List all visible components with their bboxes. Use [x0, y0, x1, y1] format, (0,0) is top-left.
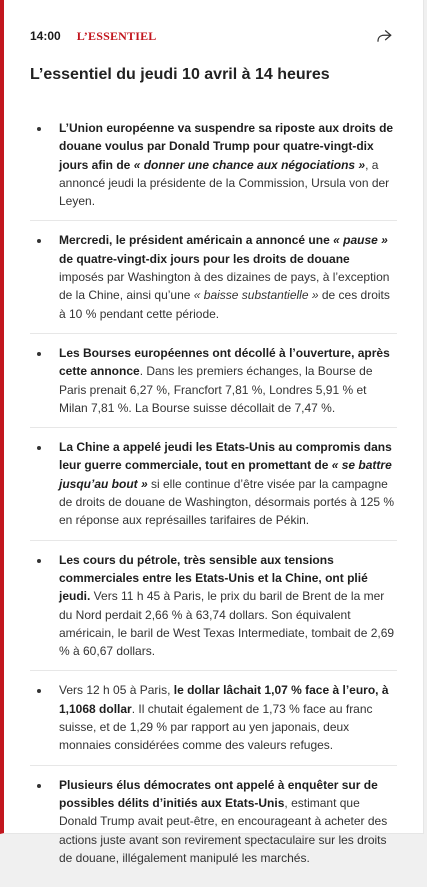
post-time: 14:00	[30, 29, 61, 43]
live-post-card: 14:00 L’ESSENTIEL L’essentiel du jeudi 1…	[0, 0, 424, 865]
summary-item: L’Union européenne va suspendre sa ripos…	[30, 119, 397, 222]
summary-list: L’Union européenne va suspendre sa ripos…	[30, 119, 397, 887]
summary-item: Plusieurs élus démocrates ont appelé à e…	[30, 776, 397, 877]
summary-item: La Chine a appelé jeudi les Etats-Unis a…	[30, 438, 397, 541]
post-tag: L’ESSENTIEL	[76, 28, 157, 43]
summary-item: Les cours du pétrole, très sensible aux …	[30, 551, 397, 672]
summary-item: Mercredi, le président américain a annon…	[30, 231, 397, 334]
summary-item-text: « pause »	[333, 233, 388, 248]
summary-item-text: Mercredi, le président américain a annon…	[59, 233, 334, 248]
summary-item-text: « donner une chance aux négociations »	[133, 157, 366, 172]
summary-item-text: Vers 12 h 05 à Paris,	[59, 683, 174, 698]
summary-item: Les Bourses européennes ont décollé à l’…	[30, 344, 397, 429]
summary-item-text: de quatre-vingt-dix jours pour les droit…	[59, 251, 350, 266]
summary-item-text: Vers 11 h 45 à Paris, le prix du baril d…	[59, 589, 395, 659]
summary-item: Vers 12 h 05 à Paris, le dollar lâchait …	[30, 681, 397, 766]
share-arrow-icon[interactable]	[375, 27, 393, 45]
summary-item-text: « baisse substantielle »	[193, 288, 319, 303]
post-header: 14:00 L’ESSENTIEL	[30, 26, 393, 46]
post-title: L’essentiel du jeudi 10 avril à 14 heure…	[30, 66, 330, 83]
